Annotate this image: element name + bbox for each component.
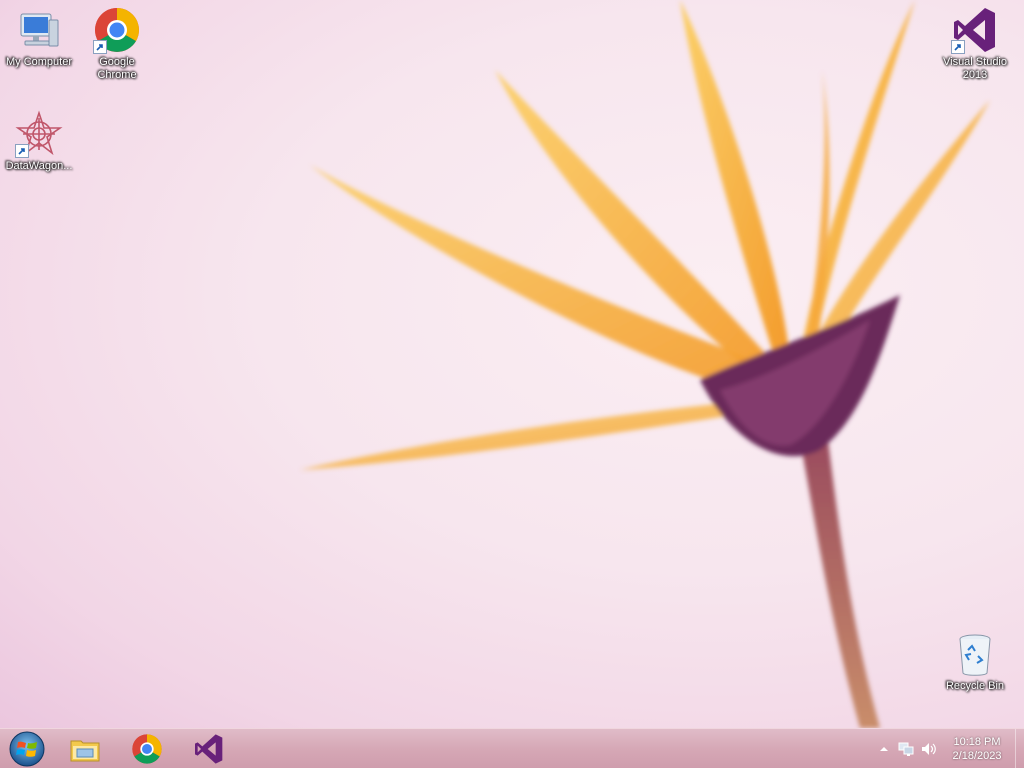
wallpaper-flower: [300, 0, 990, 728]
volume-tray-button[interactable]: [917, 729, 939, 768]
desktop-icon-google-chrome[interactable]: Google Chrome: [78, 0, 156, 82]
desktop-icon-my-computer[interactable]: My Computer: [0, 0, 78, 69]
chrome-icon: [132, 733, 162, 764]
volume-icon: [922, 742, 936, 755]
taskbar-chrome-button[interactable]: [120, 729, 174, 768]
network-icon: [898, 742, 914, 756]
shortcut-arrow-icon: [15, 144, 29, 158]
clock-time: 10:18 PM: [953, 735, 1001, 748]
desktop-icon-label: My Computer: [5, 56, 73, 68]
desktop-icon-recycle-bin[interactable]: Recycle Bin: [936, 624, 1014, 693]
windows-start-icon: [9, 731, 45, 766]
desktop-icon-label: Recycle Bin: [945, 680, 1005, 692]
taskbar-file-explorer-button[interactable]: [58, 729, 112, 768]
desktop-icon-visual-studio[interactable]: Visual Studio 2013: [936, 0, 1014, 82]
taskbar: 10:18 PM 2/18/2023: [0, 728, 1024, 768]
desktop-icon-label: Google Chrome: [97, 56, 137, 81]
desktop-icon-label: Visual Studio 2013: [942, 56, 1007, 81]
network-tray-button[interactable]: [895, 729, 917, 768]
show-hidden-icons-button[interactable]: [873, 729, 895, 768]
computer-icon: [20, 13, 59, 47]
show-desktop-button[interactable]: [1015, 729, 1024, 768]
system-tray: 10:18 PM 2/18/2023: [873, 729, 1024, 768]
file-explorer-icon: [70, 740, 100, 761]
visual-studio-icon: [195, 733, 223, 764]
shortcut-arrow-icon: [93, 40, 107, 54]
clock-date: 2/18/2023: [952, 749, 1002, 762]
taskbar-visual-studio-button[interactable]: [182, 729, 236, 768]
show-hidden-icons-arrow: [880, 746, 888, 751]
desktop-icon-datawagon[interactable]: DataWagon...: [0, 104, 78, 173]
start-button[interactable]: [0, 729, 54, 768]
desktop[interactable]: My Computer Google Chrome DataWagon... V…: [0, 0, 1024, 728]
desktop-icon-label: DataWagon...: [5, 160, 73, 172]
recycle-bin-icon: [959, 634, 991, 676]
taskbar-clock[interactable]: 10:18 PM 2/18/2023: [939, 729, 1015, 768]
shortcut-arrow-icon: [951, 40, 965, 54]
